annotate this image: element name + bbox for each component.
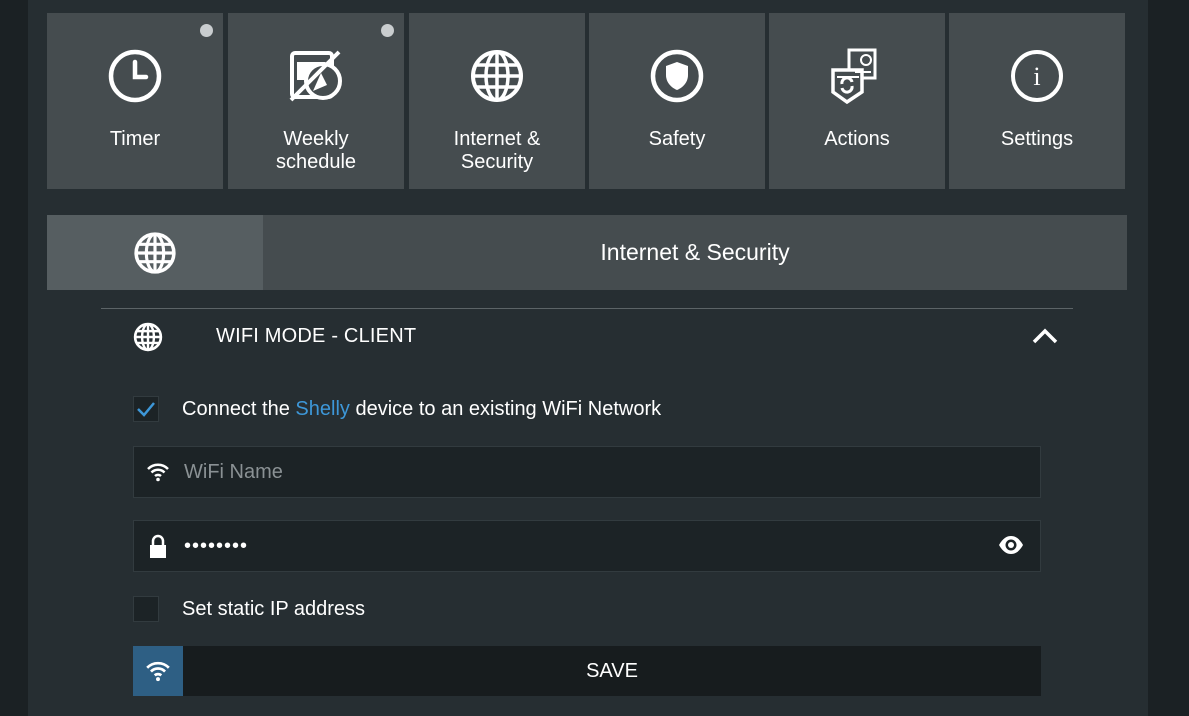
actions-icon xyxy=(827,46,887,106)
tile-actions[interactable]: Actions xyxy=(769,13,945,189)
clock-icon xyxy=(105,46,165,106)
wifi-password-field xyxy=(133,520,1041,572)
wifi-icon xyxy=(146,460,170,489)
accordion-title: WIFI MODE - CLIENT xyxy=(216,325,417,347)
section-title: Internet & Security xyxy=(600,239,790,265)
tile-label: Settings xyxy=(1000,128,1074,150)
tile-timer[interactable]: Timer xyxy=(47,13,223,189)
wifi-name-field xyxy=(133,446,1041,498)
lock-icon xyxy=(146,534,170,565)
brand-name: Shelly xyxy=(295,397,350,420)
label-prefix: Connect the xyxy=(182,397,296,420)
static-ip-checkbox[interactable] xyxy=(133,596,159,622)
tile-label: Weekly schedule xyxy=(275,128,357,173)
info-icon: i xyxy=(1007,46,1067,106)
wifi-password-input[interactable] xyxy=(184,521,984,571)
save-button[interactable]: SAVE xyxy=(133,646,1041,696)
connect-wifi-checkbox[interactable] xyxy=(133,396,159,422)
tile-label: Timer xyxy=(109,128,161,150)
tile-label: Actions xyxy=(824,128,890,150)
status-dot xyxy=(381,24,394,37)
shield-icon xyxy=(647,46,707,106)
connect-wifi-row: Connect the Shelly device to an existing… xyxy=(133,394,661,424)
status-dot xyxy=(200,24,213,37)
tile-internet-security[interactable]: Internet & Security xyxy=(409,13,585,189)
globe-icon xyxy=(467,46,527,106)
section-header: Internet & Security xyxy=(47,215,1127,290)
wifi-client-accordion-header[interactable]: WIFI MODE - CLIENT xyxy=(101,312,1073,362)
schedule-disabled-icon xyxy=(286,46,346,106)
chevron-up-icon[interactable] xyxy=(1032,326,1058,351)
divider xyxy=(101,308,1073,309)
tile-label: Internet & Security xyxy=(453,128,541,173)
tile-safety[interactable]: Safety xyxy=(589,13,765,189)
connect-wifi-label: Connect the Shelly device to an existing… xyxy=(182,398,661,421)
tile-settings[interactable]: i Settings xyxy=(949,13,1125,189)
static-ip-label: Set static IP address xyxy=(182,597,366,620)
wifi-icon xyxy=(133,646,183,696)
tile-weekly-schedule[interactable]: Weekly schedule xyxy=(228,13,404,189)
globe-icon xyxy=(47,215,263,290)
label-suffix: device to an existing WiFi Network xyxy=(349,397,662,420)
static-ip-row: Set static IP address xyxy=(133,594,365,624)
globe-icon xyxy=(133,322,163,357)
svg-text:i: i xyxy=(1033,62,1040,91)
tile-label: Safety xyxy=(648,128,706,150)
wifi-name-input[interactable] xyxy=(184,447,984,497)
save-label: SAVE xyxy=(586,659,638,682)
checkmark-icon xyxy=(137,402,155,417)
eye-icon[interactable] xyxy=(998,535,1024,560)
